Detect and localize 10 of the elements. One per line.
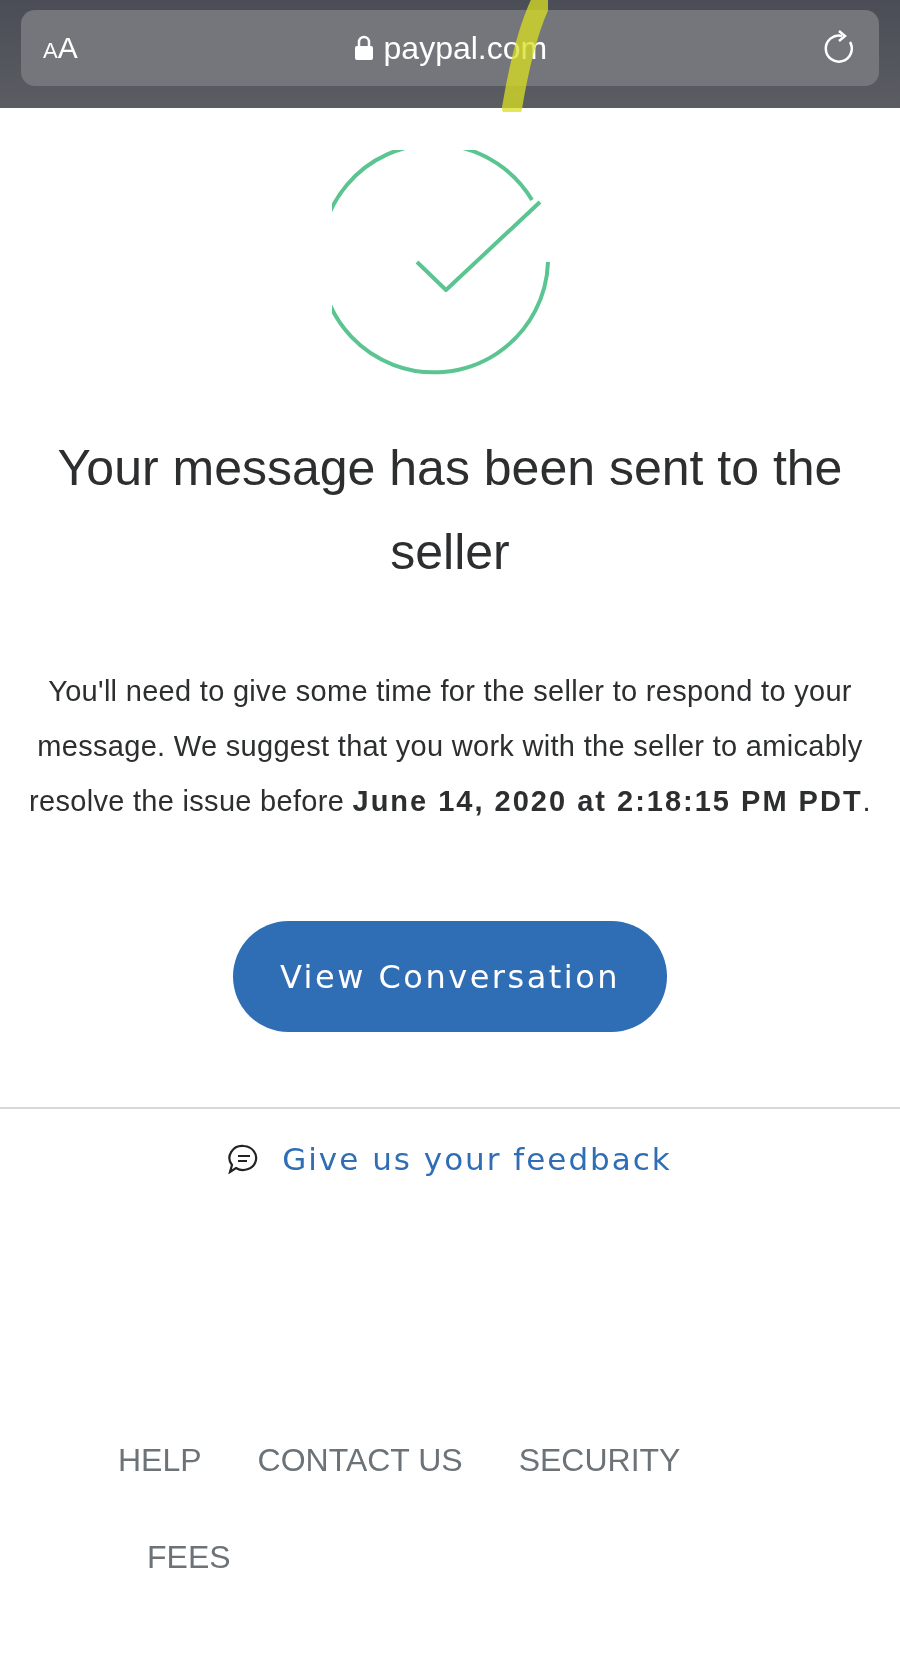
footer-link[interactable]: SECURITY [518,1442,681,1479]
feedback-link[interactable]: Give us your feedback [228,1141,672,1177]
confirmation-message: You'll need to give some time for the seller to respond to your message. We suggest that you work with the seller to amicably resolve the issue before June 14, 2020 at 2:18:15 PM PDT. [28,674,872,819]
footer-link[interactable]: FEES [147,1539,231,1576]
footer-link[interactable]: HELP [118,1442,202,1479]
confirmation-title: Your message has been sent to the seller [56,439,844,582]
text-size-button[interactable]: AA [43,31,78,65]
footer-link[interactable]: CONTACT US [257,1442,463,1479]
lock-icon [353,35,374,61]
view-conversation-button[interactable]: View Conversation [233,921,667,1032]
